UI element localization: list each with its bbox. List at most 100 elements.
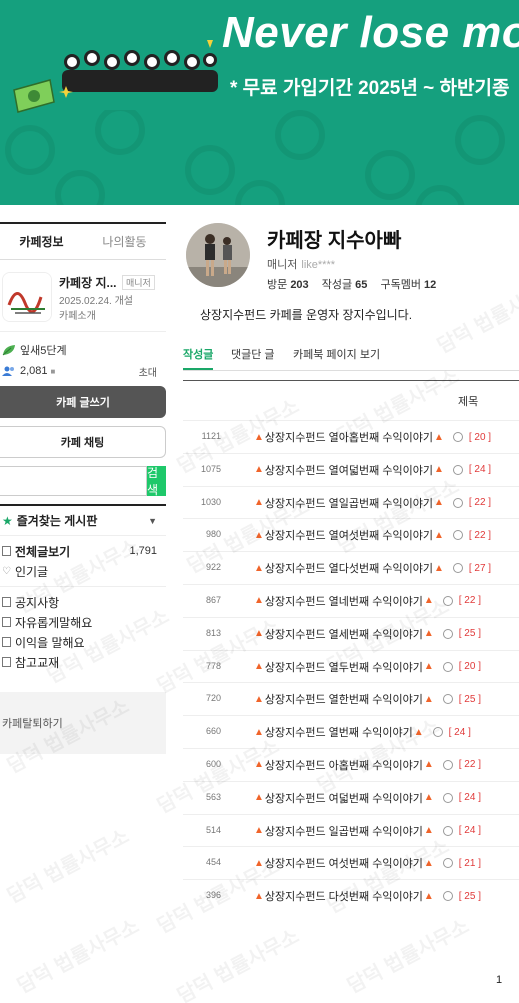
table-row[interactable]: 454 ▲ 상장지수펀드 여섯번째 수익이야기 ▲ [ 21 ]: [183, 846, 519, 879]
fire-icon: ▲: [423, 890, 434, 902]
fire-icon: ▲: [433, 431, 444, 443]
fire-icon: ▲: [423, 628, 434, 640]
menu-item-popular[interactable]: ♡ 인기글: [0, 561, 166, 581]
post-title: 상장지수펀드 열다섯번째 수익이야기: [264, 563, 433, 576]
manager-badge: 매니저: [122, 275, 155, 290]
comment-count[interactable]: [ 20 ]: [459, 661, 481, 672]
comment-count[interactable]: [ 24 ]: [449, 727, 471, 738]
tab-cafebook[interactable]: 카페북 페이지 보기: [293, 346, 380, 370]
post-title: 상장지수펀드 일곱번째 수익이야기: [264, 825, 423, 838]
page-number[interactable]: 1: [496, 974, 502, 986]
comment-count[interactable]: [ 20 ]: [469, 432, 491, 443]
table-row[interactable]: 720 ▲ 상장지수펀드 열한번째 수익이야기 ▲ [ 25 ]: [183, 682, 519, 715]
table-row[interactable]: 600 ▲ 상장지수펀드 아홉번째 수익이야기 ▲ [ 22 ]: [183, 747, 519, 781]
post-title-link[interactable]: ▲ 상장지수펀드 열다섯번째 수익이야기 ▲ [ 27 ]: [253, 560, 491, 576]
banner-subtitle: * 무료 가입기간 2025년 ~ 하반기종: [230, 78, 510, 99]
post-title: 상장지수펀드 열일곱번째 수익이야기: [264, 497, 433, 510]
post-title: 상장지수펀드 다섯번째 수익이야기: [264, 891, 423, 904]
table-row[interactable]: 867 ▲ 상장지수펀드 열네번째 수익이야기 ▲ [ 22 ]: [183, 583, 519, 617]
fire-icon: ▲: [423, 693, 434, 705]
table-row[interactable]: 660 ▲ 상장지수펀드 열번째 수익이야기 ▲ [ 24 ]: [183, 715, 519, 748]
comment-count[interactable]: [ 22 ]: [459, 759, 481, 770]
post-title-link[interactable]: ▲ 상장지수펀드 열세번째 수익이야기 ▲ [ 25 ]: [253, 626, 481, 642]
tab-my-activity[interactable]: 나의활동: [83, 224, 166, 259]
fire-icon: ▲: [254, 562, 264, 574]
table-row[interactable]: 778 ▲ 상장지수펀드 열두번째 수익이야기 ▲ [ 20 ]: [183, 649, 519, 683]
post-title-link[interactable]: ▲ 상장지수펀드 열두번째 수익이야기 ▲ [ 20 ]: [253, 659, 481, 675]
tab-commented-posts[interactable]: 댓글단 글: [231, 346, 275, 370]
smile-icon: [442, 891, 453, 902]
table-row[interactable]: 1121 ▲ 상장지수펀드 열아홉번째 수익이야기 ▲ [ 20 ]: [183, 420, 519, 453]
tab-cafe-info[interactable]: 카페정보: [0, 224, 83, 259]
post-title-link[interactable]: ▲ 상장지수펀드 아홉번째 수익이야기 ▲ [ 22 ]: [253, 757, 481, 773]
table-row[interactable]: 1075 ▲ 상장지수펀드 열여덟번째 수익이야기 ▲ [ 24 ]: [183, 452, 519, 486]
fire-icon: ▲: [254, 759, 264, 771]
leave-cafe-link[interactable]: 카페탈퇴하기: [0, 692, 166, 754]
post-title-link[interactable]: ▲ 상장지수펀드 열번째 수익이야기 ▲ [ 24 ]: [253, 724, 471, 740]
post-number: 396: [205, 890, 221, 901]
favorite-boards-header[interactable]: ★ 즐겨찾는 게시판 ▼: [0, 504, 166, 536]
cafe-intro-link[interactable]: 카페소개: [59, 307, 96, 322]
comment-count[interactable]: [ 24 ]: [459, 792, 481, 803]
post-number: 1121: [201, 431, 221, 441]
table-row[interactable]: 514 ▲ 상장지수펀드 일곱번째 수익이야기 ▲ [ 24 ]: [183, 813, 519, 847]
comment-count[interactable]: [ 25 ]: [459, 694, 481, 705]
menu-item-profit-talk[interactable]: 이익을 말해요: [0, 632, 166, 652]
invite-link[interactable]: 초대: [139, 364, 157, 379]
avatar[interactable]: [186, 223, 250, 287]
post-title: 상장지수펀드 열여덟번째 수익이야기: [264, 464, 433, 477]
board-icon: [2, 637, 11, 647]
table-row[interactable]: 396 ▲ 상장지수펀드 다섯번째 수익이야기 ▲ [ 25 ]: [183, 879, 519, 912]
post-title-link[interactable]: ▲ 상장지수펀드 열한번째 수익이야기 ▲ [ 25 ]: [253, 691, 481, 707]
comment-count[interactable]: [ 21 ]: [459, 858, 481, 869]
smile-icon: [442, 759, 453, 770]
table-top-border: [183, 380, 519, 381]
table-row[interactable]: 563 ▲ 상장지수펀드 여덟번째 수익이야기 ▲ [ 24 ]: [183, 780, 519, 814]
post-title-link[interactable]: ▲ 상장지수펀드 다섯번째 수익이야기 ▲ [ 25 ]: [253, 888, 481, 904]
table-row[interactable]: 813 ▲ 상장지수펀드 열세번째 수익이야기 ▲ [ 25 ]: [183, 616, 519, 650]
post-title-link[interactable]: ▲ 상장지수펀드 여섯번째 수익이야기 ▲ [ 21 ]: [253, 855, 481, 871]
caret-down-icon[interactable]: ▼: [148, 516, 157, 526]
post-title-link[interactable]: ▲ 상장지수펀드 열아홉번째 수익이야기 ▲ [ 20 ]: [253, 429, 491, 445]
post-title-link[interactable]: ▲ 상장지수펀드 열여덟번째 수익이야기 ▲ [ 24 ]: [253, 462, 491, 478]
cafe-info: 카페장 지... 매니저 2025.02.24. 개설 카페소개: [0, 260, 166, 332]
comment-count[interactable]: [ 22 ]: [459, 595, 481, 606]
menu-item-label: 인기글: [14, 564, 49, 579]
fire-icon: ▲: [254, 825, 264, 837]
cafe-name[interactable]: 카페장 지...: [59, 274, 117, 291]
post-title-link[interactable]: ▲ 상장지수펀드 일곱번째 수익이야기 ▲ [ 24 ]: [253, 823, 481, 839]
search-input[interactable]: [0, 466, 147, 496]
menu-item-reference[interactable]: 참고교재: [0, 652, 166, 672]
comment-count[interactable]: [ 25 ]: [459, 628, 481, 639]
cafe-logo[interactable]: [2, 272, 52, 322]
search-button[interactable]: 검색: [147, 466, 166, 497]
menu-item-free-talk[interactable]: 자유롭게말해요: [0, 612, 166, 632]
post-title-link[interactable]: ▲ 상장지수펀드 열일곱번째 수익이야기 ▲ [ 22 ]: [253, 495, 491, 511]
fire-icon: ▲: [254, 890, 264, 902]
post-title-link[interactable]: ▲ 상장지수펀드 여덟번째 수익이야기 ▲ [ 24 ]: [253, 790, 481, 806]
cafe-chat-button[interactable]: 카페 채팅: [0, 426, 166, 458]
comment-count[interactable]: [ 24 ]: [469, 464, 491, 475]
comment-count[interactable]: [ 22 ]: [469, 530, 491, 541]
table-row[interactable]: 922 ▲ 상장지수펀드 열다섯번째 수익이야기 ▲ [ 27 ]: [183, 551, 519, 584]
write-post-button[interactable]: 카페 글쓰기: [0, 386, 166, 418]
board-menu: 공지사항 자유롭게말해요 이익을 말해요 참고교재: [0, 587, 166, 677]
comment-count[interactable]: [ 24 ]: [459, 825, 481, 836]
post-title-link[interactable]: ▲ 상장지수펀드 열여섯번째 수익이야기 ▲ [ 22 ]: [253, 527, 491, 543]
table-row[interactable]: 1030 ▲ 상장지수펀드 열일곱번째 수익이야기 ▲ [ 22 ]: [183, 485, 519, 519]
post-number: 720: [205, 693, 221, 704]
tab-written-posts[interactable]: 작성글: [183, 346, 214, 370]
fire-icon: ▲: [433, 529, 444, 541]
comment-count[interactable]: [ 25 ]: [459, 891, 481, 902]
post-title-link[interactable]: ▲ 상장지수펀드 열네번째 수익이야기 ▲ [ 22 ]: [253, 593, 481, 609]
fire-icon: ▲: [254, 628, 264, 640]
fire-icon: ▲: [254, 431, 264, 443]
table-row[interactable]: 980 ▲ 상장지수펀드 열여섯번째 수익이야기 ▲ [ 22 ]: [183, 518, 519, 551]
menu-item-notice[interactable]: 공지사항: [0, 592, 166, 612]
menu-item-all-posts[interactable]: 전체글보기 1,791: [0, 541, 166, 561]
comment-count[interactable]: [ 27 ]: [469, 563, 491, 574]
cafe-level[interactable]: 잎새5단계: [0, 338, 166, 361]
smile-icon: [442, 595, 453, 606]
comment-count[interactable]: [ 22 ]: [469, 497, 491, 508]
member-count[interactable]: 2,081 ■ 초대: [0, 361, 166, 381]
